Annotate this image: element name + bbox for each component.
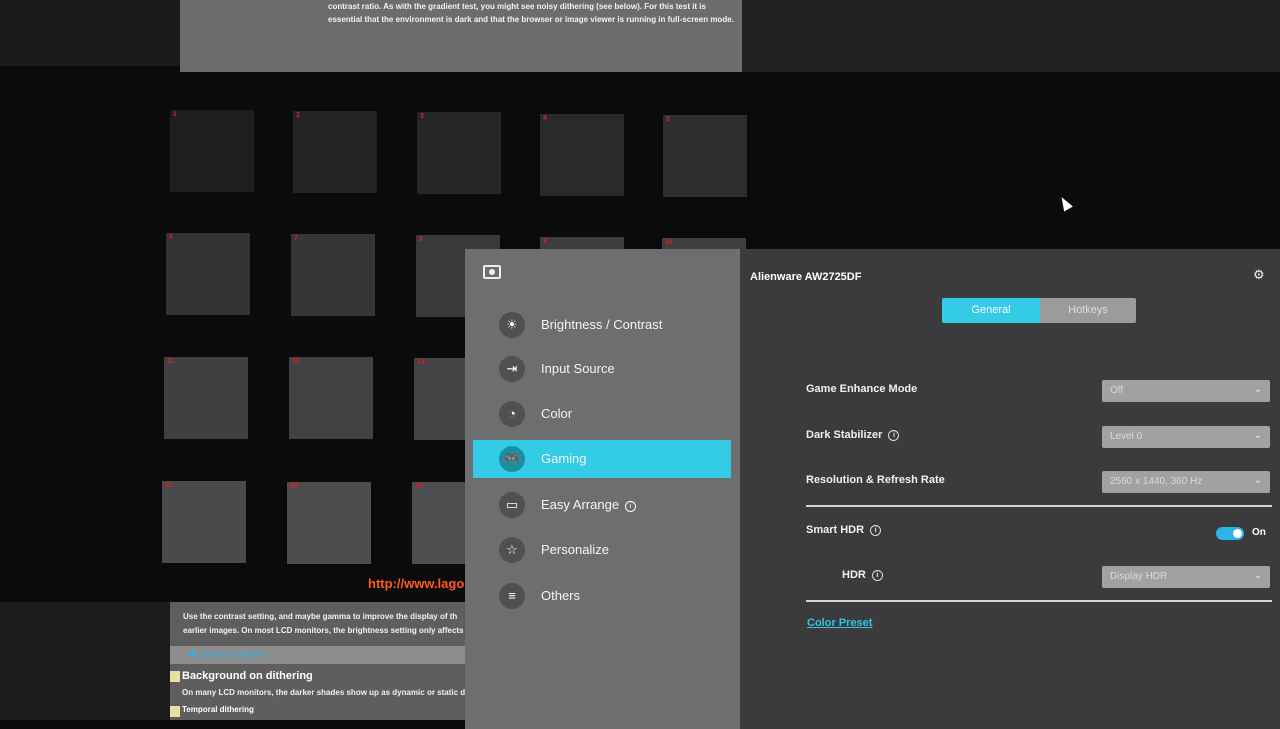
menu-item-personalize[interactable]: ☆ Personalize bbox=[473, 531, 731, 569]
info-icon[interactable]: i bbox=[625, 501, 637, 512]
test-square: 12 bbox=[289, 357, 373, 439]
hdr-select[interactable]: Display HDR ⌄ bbox=[1102, 566, 1270, 588]
test-square: 1 bbox=[170, 110, 254, 192]
menu-item-easy-arrange[interactable]: ▭ Easy Arrange i bbox=[473, 486, 731, 524]
menu-item-label: Gaming bbox=[541, 451, 587, 466]
test-square: 3 bbox=[417, 112, 501, 194]
chevron-down-icon: ⌄ bbox=[1253, 475, 1262, 486]
test-square: 25 bbox=[287, 482, 371, 564]
tab-general[interactable]: General bbox=[942, 298, 1040, 323]
test-square: 2 bbox=[293, 111, 377, 193]
divider bbox=[806, 600, 1272, 602]
section-bullet-icon bbox=[170, 706, 180, 717]
osd-sidebar: ☀ Brightness / Contrast ⇥ Input Source ◔… bbox=[465, 249, 740, 729]
color-preset-link[interactable]: Color Preset bbox=[807, 617, 872, 629]
chevron-down-icon: ⌄ bbox=[1253, 430, 1262, 441]
menu-item-label: Easy Arrange i bbox=[541, 497, 637, 512]
info-icon[interactable]: i bbox=[871, 570, 883, 581]
section-bullet-icon bbox=[170, 671, 180, 682]
chevron-down-icon: ⌄ bbox=[1253, 570, 1262, 581]
browser-background-top-right bbox=[740, 0, 1280, 72]
input-source-icon: ⇥ bbox=[499, 356, 525, 382]
gear-icon[interactable]: ⚙ bbox=[1253, 267, 1265, 283]
section-dithering-text: On many LCD monitors, the darker shades … bbox=[182, 688, 466, 697]
resolution-select[interactable]: 2560 x 1440, 360 Hz ⌄ bbox=[1102, 471, 1270, 493]
smart-hdr-label: Smart HDR i bbox=[806, 524, 882, 536]
info-icon[interactable]: i bbox=[870, 525, 882, 536]
article-paragraph: Use the contrast setting, and maybe gamm… bbox=[183, 612, 464, 635]
tab-hotkeys[interactable]: Hotkeys bbox=[1040, 298, 1136, 323]
menu-item-label: Personalize bbox=[541, 542, 609, 557]
dark-stabilizer-select[interactable]: Level 0 ⌄ bbox=[1102, 426, 1270, 448]
test-square: 7 bbox=[291, 234, 375, 316]
menu-item-label: Input Source bbox=[541, 361, 615, 376]
monitor-icon bbox=[483, 265, 501, 279]
smart-hdr-toggle-state: On bbox=[1252, 527, 1266, 538]
monitor-osd-window: ☀ Brightness / Contrast ⇥ Input Source ◔… bbox=[465, 249, 1280, 729]
chevron-down-icon: ⌄ bbox=[1253, 384, 1262, 395]
others-icon: ≡ bbox=[499, 583, 525, 609]
monitor-model-title: Alienware AW2725DF bbox=[750, 271, 862, 283]
article-top-line: essential that the environment is dark a… bbox=[328, 15, 734, 24]
game-enhance-mode-select[interactable]: Off ⌄ bbox=[1102, 380, 1270, 402]
test-square: 21 bbox=[162, 481, 246, 563]
test-square: 6 bbox=[166, 233, 250, 315]
menu-item-label: Brightness / Contrast bbox=[541, 317, 663, 332]
article-top-text: contrast ratio. As with the gradient tes… bbox=[180, 0, 742, 72]
info-icon[interactable]: i bbox=[888, 430, 900, 441]
article-top-line: contrast ratio. As with the gradient tes… bbox=[328, 2, 706, 11]
back-arrow-icon: ◀ bbox=[187, 649, 195, 660]
dark-stabilizer-label: Dark Stabilizer i bbox=[806, 429, 900, 441]
sun-icon: ☀ bbox=[499, 312, 525, 338]
hdr-label: HDR i bbox=[842, 569, 883, 581]
section-temporal[interactable]: Temporal dithering bbox=[170, 705, 470, 719]
menu-item-label: Color bbox=[541, 406, 573, 421]
mouse-cursor-icon bbox=[1057, 194, 1073, 212]
test-square: 5 bbox=[663, 115, 747, 197]
star-icon: ☆ bbox=[499, 537, 525, 563]
gamepad-icon: 🎮 bbox=[499, 446, 525, 472]
site-url-text: http://www.lago bbox=[368, 576, 465, 591]
color-palette-icon: ◔ bbox=[499, 401, 525, 427]
test-square: 11 bbox=[164, 357, 248, 439]
menu-item-gaming[interactable]: 🎮 Gaming bbox=[473, 440, 731, 478]
gamma-calibration-link[interactable]: ◀ Gamma calibration bbox=[170, 646, 470, 664]
article-bottom: Use the contrast setting, and maybe gamm… bbox=[170, 602, 470, 720]
menu-item-color[interactable]: ◔ Color bbox=[473, 395, 731, 433]
menu-item-label: Others bbox=[541, 588, 581, 603]
section-dithering[interactable]: Background on dithering bbox=[170, 670, 470, 684]
test-square: 4 bbox=[540, 114, 624, 196]
resolution-label: Resolution & Refresh Rate bbox=[806, 474, 945, 486]
menu-item-others[interactable]: ≡ Others bbox=[473, 577, 731, 615]
easy-arrange-icon: ▭ bbox=[499, 492, 525, 518]
game-enhance-mode-label: Game Enhance Mode bbox=[806, 383, 918, 395]
smart-hdr-toggle[interactable] bbox=[1216, 527, 1244, 540]
menu-item-input-source[interactable]: ⇥ Input Source bbox=[473, 350, 731, 388]
divider bbox=[806, 505, 1272, 507]
osd-main-panel: Alienware AW2725DF ⚙ General Hotkeys Gam… bbox=[740, 249, 1280, 729]
menu-item-brightness-contrast[interactable]: ☀ Brightness / Contrast bbox=[473, 306, 731, 344]
